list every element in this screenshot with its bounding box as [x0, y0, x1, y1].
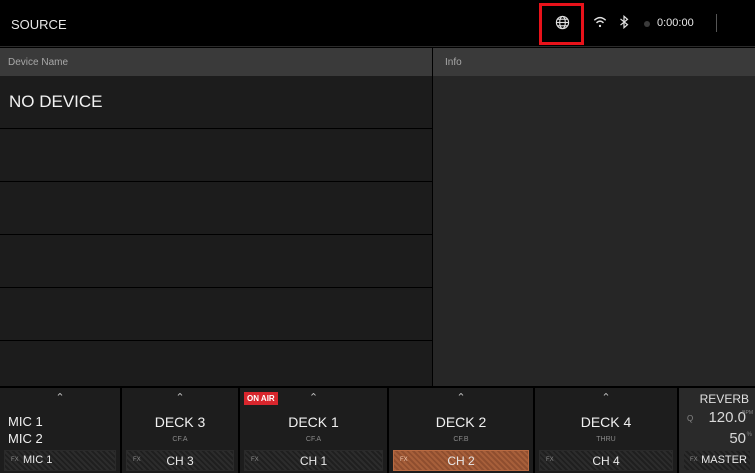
- deck-name: DECK 1: [288, 414, 339, 430]
- effect-level: 50: [729, 430, 746, 447]
- deck-3-channel[interactable]: ⌃ DECK 3 CF.A FX CH 3: [122, 388, 238, 473]
- deck-name: DECK 2: [435, 414, 487, 430]
- device-row[interactable]: [0, 182, 432, 235]
- info-header: Info: [433, 48, 755, 76]
- wifi-icon: [590, 12, 610, 32]
- device-list-panel: Device Name NO DEVICE: [0, 48, 432, 387]
- device-name-header: Device Name: [0, 48, 432, 76]
- mic-label-1: MIC 1: [8, 414, 43, 429]
- effect-panel[interactable]: REVERB Q 120.0 BPM 50 % FX MASTER: [679, 388, 755, 473]
- crossfader-assign: CF.A: [305, 436, 322, 443]
- status-dot: [644, 21, 650, 27]
- globe-icon[interactable]: [552, 12, 572, 32]
- bpm-unit: BPM: [742, 410, 753, 416]
- deck-4-channel[interactable]: ⌃ DECK 4 THRU FX CH 4: [535, 388, 677, 473]
- effect-name: REVERB: [699, 392, 749, 406]
- channel-label: MIC 1: [23, 454, 53, 466]
- effect-bpm: 120.0: [708, 409, 746, 426]
- fx-label: FX: [11, 457, 19, 463]
- level-unit: %: [746, 432, 752, 438]
- deck-1-fx-assign-button[interactable]: FX CH 1: [244, 450, 383, 471]
- screen-title: SOURCE: [11, 17, 67, 32]
- channel-label: CH 1: [299, 454, 328, 468]
- crossfader-assign: THRU: [596, 436, 616, 443]
- chevron-up-icon[interactable]: ⌃: [535, 391, 677, 404]
- channel-label: MASTER: [701, 454, 747, 466]
- chevron-up-icon[interactable]: ⌃: [122, 391, 238, 404]
- mic-channel[interactable]: ⌃ MIC 1 MIC 2 FX MIC 1: [0, 388, 120, 473]
- device-row[interactable]: NO DEVICE: [0, 76, 432, 129]
- deck-1-channel[interactable]: ON AIR ⌃ DECK 1 CF.A FX CH 1: [240, 388, 387, 473]
- deck-name: DECK 3: [154, 414, 206, 430]
- device-row[interactable]: [0, 129, 432, 182]
- device-row[interactable]: [0, 288, 432, 341]
- deck-name: DECK 4: [580, 414, 632, 430]
- chevron-up-icon[interactable]: ⌃: [389, 391, 533, 404]
- crossfader-assign: CF.B: [453, 436, 469, 443]
- channel-label: CH 3: [166, 454, 194, 468]
- fx-label: FX: [690, 457, 698, 463]
- chevron-up-icon[interactable]: ⌃: [0, 391, 120, 404]
- master-fx-assign-button[interactable]: FX MASTER: [683, 450, 751, 471]
- info-panel: Info: [433, 48, 755, 387]
- mixer-strip: ⌃ MIC 1 MIC 2 FX MIC 1 ⌃ DECK 3 CF.A FX …: [0, 386, 755, 473]
- quantize-label: Q: [687, 414, 694, 423]
- mic-label-2: MIC 2: [8, 431, 43, 446]
- header-divider: [716, 14, 717, 32]
- mic-fx-assign-button[interactable]: FX MIC 1: [4, 450, 116, 471]
- top-bar: SOURCE 0:00:00: [0, 0, 755, 47]
- deck-2-fx-assign-button[interactable]: FX CH 2: [393, 450, 529, 471]
- deck-2-channel[interactable]: ⌃ DECK 2 CF.B FX CH 2: [389, 388, 533, 473]
- channel-label: CH 4: [592, 454, 620, 468]
- chevron-up-icon[interactable]: ⌃: [240, 391, 387, 404]
- elapsed-time: 0:00:00: [657, 17, 694, 29]
- device-row[interactable]: [0, 341, 432, 387]
- crossfader-assign: CF.A: [172, 436, 188, 443]
- deck-3-fx-assign-button[interactable]: FX CH 3: [126, 450, 234, 471]
- deck-4-fx-assign-button[interactable]: FX CH 4: [539, 450, 673, 471]
- device-row[interactable]: [0, 235, 432, 288]
- bluetooth-icon: [614, 12, 634, 32]
- channel-label: CH 2: [447, 454, 475, 468]
